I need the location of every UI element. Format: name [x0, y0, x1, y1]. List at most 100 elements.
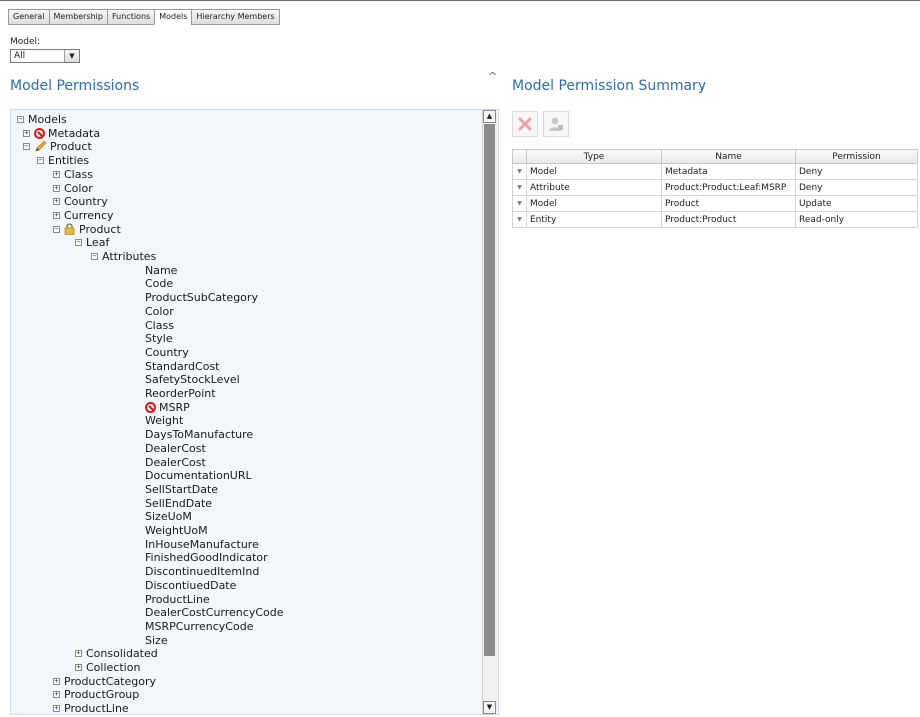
tree-node[interactable]: + Color: [53, 182, 93, 195]
tree-node[interactable]: SellEndDate: [145, 497, 212, 510]
expand-icon[interactable]: +: [75, 664, 82, 671]
user-permission-icon: [549, 117, 563, 131]
tab-functions[interactable]: Functions: [106, 9, 155, 25]
tree-node[interactable]: DealerCostCurrencyCode: [145, 606, 284, 619]
tree-node-label: DiscontiuedDate: [145, 578, 237, 592]
tab-hierarchy-members[interactable]: Hierarchy Members: [191, 9, 280, 25]
column-header-permission[interactable]: Permission: [795, 149, 918, 164]
tree-node[interactable]: Code: [145, 277, 173, 290]
expand-icon[interactable]: +: [53, 184, 60, 192]
collapse-icon[interactable]: −: [53, 225, 60, 233]
tree-node-label: SellStartDate: [145, 482, 219, 496]
tree-node[interactable]: + Consolidated: [75, 647, 158, 660]
cell-type: Model: [526, 163, 662, 180]
tree-node[interactable]: − Product: [53, 223, 121, 236]
collapse-icon[interactable]: −: [17, 116, 24, 123]
tree-node[interactable]: DiscontinuedItemInd: [145, 565, 259, 578]
tree-node[interactable]: Size: [145, 634, 168, 647]
tree-node[interactable]: − Attributes: [91, 250, 156, 263]
expand-icon[interactable]: +: [75, 650, 82, 658]
tree-node[interactable]: + Class: [53, 168, 93, 181]
tree-node[interactable]: MSRP: [145, 401, 190, 414]
scrollbar-thumb[interactable]: [484, 124, 495, 656]
tree-node[interactable]: DaysToManufacture: [145, 428, 253, 441]
tree-node[interactable]: DealerCost: [145, 442, 206, 455]
tree-node[interactable]: + Metadata: [23, 127, 100, 140]
tree-node-label: ProductLine: [64, 702, 129, 715]
tree-node[interactable]: + Country: [53, 195, 108, 208]
tree-node[interactable]: + Currency: [53, 209, 114, 222]
tree-node[interactable]: − Models: [17, 113, 67, 126]
tab-general[interactable]: General: [8, 9, 49, 25]
row-expand-icon[interactable]: ▼: [512, 179, 527, 196]
table-row[interactable]: ▼ Entity Product:Product Read-only: [512, 211, 918, 228]
scroll-up-icon[interactable]: ▲: [483, 110, 496, 123]
tree-node[interactable]: − Entities: [37, 154, 89, 167]
expand-icon[interactable]: +: [53, 691, 60, 699]
cell-type: Model: [526, 195, 662, 212]
row-expand-icon[interactable]: ▼: [512, 195, 527, 212]
tree-node[interactable]: SellStartDate: [145, 483, 218, 496]
delete-x-icon: [518, 117, 532, 131]
expand-icon[interactable]: +: [53, 705, 60, 713]
collapse-icon[interactable]: −: [23, 143, 30, 151]
tree-scrollbar[interactable]: ▲ ▼: [482, 110, 497, 714]
tree-node[interactable]: MSRPCurrencyCode: [145, 620, 253, 633]
deny-icon: [145, 401, 156, 413]
row-expand-icon[interactable]: ▼: [512, 163, 527, 180]
tree-node[interactable]: DealerCost: [145, 456, 206, 469]
tree-node-label: InHouseManufacture: [145, 537, 259, 551]
tree-node[interactable]: + ProductLine: [53, 702, 129, 715]
tab-membership[interactable]: Membership: [48, 9, 107, 25]
column-header-type[interactable]: Type: [526, 149, 662, 164]
expand-icon[interactable]: +: [53, 211, 60, 219]
tree-node[interactable]: − Leaf: [75, 236, 109, 249]
tree-node[interactable]: Country: [145, 346, 189, 359]
collapse-icon[interactable]: −: [91, 253, 98, 260]
tree-node[interactable]: Color: [145, 305, 174, 318]
tree-node[interactable]: DiscontiuedDate: [145, 579, 236, 592]
collapse-caret-icon[interactable]: ^: [488, 70, 497, 83]
row-expand-icon[interactable]: ▼: [512, 211, 527, 228]
collapse-icon[interactable]: −: [75, 239, 82, 247]
permission-summary-table: Type Name Permission ▼ Model Metadata De…: [512, 149, 918, 228]
user-permission-button[interactable]: [543, 111, 569, 137]
tree-node[interactable]: Class: [145, 319, 174, 332]
expand-icon[interactable]: +: [53, 198, 60, 206]
expand-icon[interactable]: +: [53, 170, 60, 178]
tree-node[interactable]: FinishedGoodIndicator: [145, 551, 268, 564]
table-row[interactable]: ▼ Attribute Product:Product:Leaf:MSRP De…: [512, 179, 918, 196]
tree-node-label: ProductCategory: [64, 674, 157, 688]
tree-node[interactable]: InHouseManufacture: [145, 538, 259, 551]
column-header-name[interactable]: Name: [661, 149, 796, 164]
tree-node[interactable]: Weight: [145, 414, 183, 427]
scroll-down-icon[interactable]: ▼: [483, 701, 496, 714]
table-row[interactable]: ▼ Model Product Update: [512, 195, 918, 212]
tree-node[interactable]: + ProductCategory: [53, 675, 156, 688]
tree-node[interactable]: − Product: [23, 140, 92, 153]
collapse-icon[interactable]: −: [37, 157, 44, 165]
tree-node[interactable]: ProductLine: [145, 593, 210, 606]
expand-icon[interactable]: +: [53, 677, 60, 685]
expand-icon[interactable]: +: [23, 129, 30, 137]
tree-node-label: Name: [145, 263, 178, 277]
tree-node[interactable]: DocumentationURL: [145, 469, 252, 482]
model-select[interactable]: All ▼: [10, 49, 80, 63]
tree-node[interactable]: ProductSubCategory: [145, 291, 258, 304]
tree-node-label: SellEndDate: [145, 496, 213, 510]
tree-node[interactable]: + ProductGroup: [53, 688, 139, 701]
tree-node-label: ProductSubCategory: [145, 291, 258, 305]
tree-node[interactable]: StandardCost: [145, 360, 220, 373]
tree-node[interactable]: Style: [145, 332, 173, 345]
tree-node[interactable]: Name: [145, 264, 177, 277]
tree-node[interactable]: + Collection: [75, 661, 140, 674]
tree-node[interactable]: SizeUoM: [145, 510, 192, 523]
tree-node[interactable]: ReorderPoint: [145, 387, 216, 400]
tree-node[interactable]: SafetyStockLevel: [145, 373, 240, 386]
delete-button[interactable]: [512, 111, 538, 137]
chevron-down-icon[interactable]: ▼: [64, 50, 79, 62]
tree-node-label: Class: [64, 167, 93, 181]
table-row[interactable]: ▼ Model Metadata Deny: [512, 163, 918, 180]
tab-models[interactable]: Models: [154, 9, 192, 25]
tree-node[interactable]: WeightUoM: [145, 524, 208, 537]
